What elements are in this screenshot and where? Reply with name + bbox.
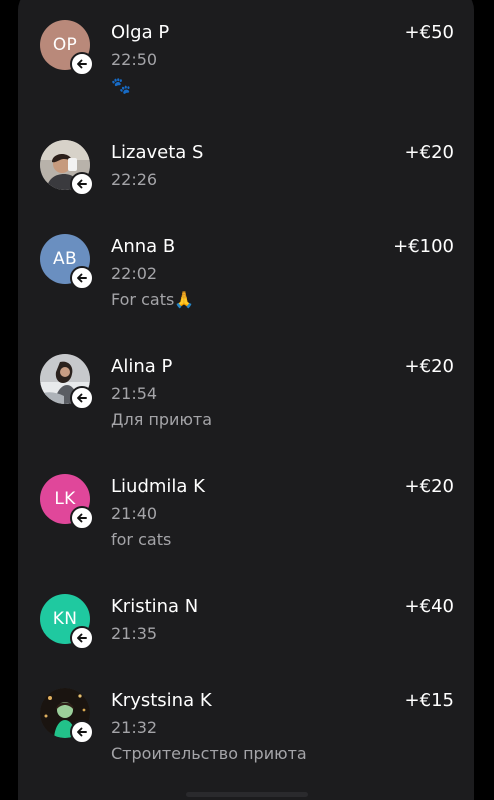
transaction-amount: +€100 xyxy=(393,236,454,257)
avatar-initials: AB xyxy=(53,249,77,269)
arrow-left-icon xyxy=(70,386,94,410)
transaction-item[interactable]: OP Olga P 22:50 🐾 +€50 xyxy=(18,20,474,120)
transaction-note: 🐾 xyxy=(111,76,131,95)
transaction-note: Строительство приюта xyxy=(111,744,307,763)
transaction-amount: +€15 xyxy=(404,690,454,711)
avatar-initials: LK xyxy=(54,489,76,509)
transaction-time: 21:40 xyxy=(111,504,158,523)
transaction-item[interactable]: Krystsina K 21:32 Строительство приюта +… xyxy=(18,688,474,788)
sender-name: Anna B xyxy=(111,236,176,257)
avatar-initials: KN xyxy=(52,609,78,629)
transaction-amount: +€50 xyxy=(404,22,454,43)
transaction-note: Для приюта xyxy=(111,410,213,429)
transaction-note: For cats🙏 xyxy=(111,290,195,309)
screen: OP Olga P 22:50 🐾 +€50 Lizaveta S 22:26 … xyxy=(0,0,494,800)
transaction-note: for cats xyxy=(111,530,172,549)
transaction-amount: +€20 xyxy=(404,476,454,497)
avatar-initials: OP xyxy=(52,35,78,55)
transactions-card: OP Olga P 22:50 🐾 +€50 Lizaveta S 22:26 … xyxy=(18,0,474,800)
transaction-item[interactable]: KN Kristina N 21:35 +€40 xyxy=(18,594,474,694)
sender-name: Alina P xyxy=(111,356,173,377)
transaction-item[interactable]: AB Anna B 22:02 For cats🙏 +€100 xyxy=(18,234,474,334)
transaction-amount: +€20 xyxy=(404,142,454,163)
arrow-left-icon xyxy=(70,172,94,196)
transaction-time: 22:50 xyxy=(111,50,158,69)
transaction-amount: +€20 xyxy=(404,356,454,377)
sender-name: Olga P xyxy=(111,22,170,43)
transaction-time: 21:32 xyxy=(111,718,158,737)
sender-name: Kristina N xyxy=(111,596,199,617)
arrow-left-icon xyxy=(70,266,94,290)
transaction-time: 22:02 xyxy=(111,264,158,283)
arrow-left-icon xyxy=(70,52,94,76)
arrow-left-icon xyxy=(70,506,94,530)
transaction-time: 22:26 xyxy=(111,170,158,189)
arrow-left-icon xyxy=(70,626,94,650)
transaction-item[interactable]: LK Liudmila K 21:40 for cats +€20 xyxy=(18,474,474,574)
sender-name: Krystsina K xyxy=(111,690,212,711)
transaction-item[interactable]: Lizaveta S 22:26 +€20 xyxy=(18,140,474,240)
transaction-amount: +€40 xyxy=(404,596,454,617)
sender-name: Liudmila K xyxy=(111,476,205,497)
arrow-left-icon xyxy=(70,720,94,744)
sender-name: Lizaveta S xyxy=(111,142,204,163)
bottom-handle xyxy=(186,792,308,797)
transaction-item[interactable]: Alina P 21:54 Для приюта +€20 xyxy=(18,354,474,454)
transaction-time: 21:54 xyxy=(111,384,158,403)
transaction-time: 21:35 xyxy=(111,624,158,643)
